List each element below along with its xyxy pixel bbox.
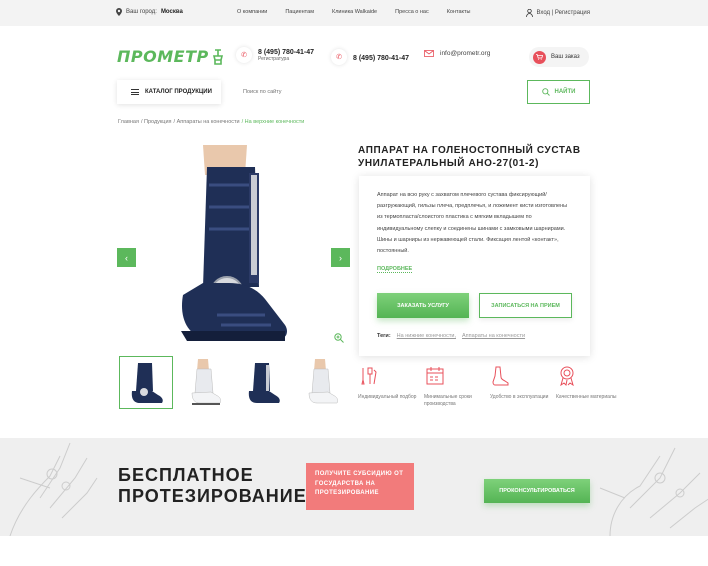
thumbnail-3[interactable] [235,356,289,409]
product-tags: Теги: На нижние конечности, Аппараты на … [377,333,525,339]
hand-sketch-left [9,442,98,536]
nav-clinic[interactable]: Клиника Walkaide [332,9,377,15]
city-selector[interactable]: Ваш город: Москва [116,8,183,16]
subsidy-block[interactable]: ПОЛУЧИТЕ СУБСИДИЮ ОТ ГОСУДАРСТВА НА ПРОТ… [306,463,414,510]
medal-icon [556,366,622,390]
cart-icon [533,50,546,64]
thumbnail-image [191,358,222,405]
phone-secondary[interactable]: ✆ 8 (495) 780-41-47 [331,49,409,65]
search-button[interactable]: НАЙТИ [527,80,590,104]
tools-icon [358,366,424,390]
login-label: Вход | Регистрация [536,10,590,16]
logo-mark-icon [212,48,223,65]
thumbnail-image [131,362,163,403]
feature-label: Минимальные сроки производства [424,394,472,407]
feature-label: Удобство в эксплуатации [490,394,549,400]
city-label: Ваш город: [126,9,157,15]
logo-text: ПРОМЕТР [117,47,209,66]
breadcrumb-home[interactable]: Главная [118,119,139,125]
foot-icon [490,366,556,390]
appointment-button[interactable]: ЗАПИСАТЬСЯ НА ПРИЕМ [479,293,572,318]
site-logo[interactable]: ПРОМЕТР [117,47,224,66]
breadcrumb-products[interactable]: / Продукция [141,119,172,125]
search-button-label: НАЙТИ [554,89,576,95]
breadcrumb: Главная / Продукция / Аппараты на конечн… [118,119,304,125]
location-pin-icon [116,8,122,16]
top-bar: Ваш город: Москва О компании Пациентам К… [0,0,708,26]
feature-label: Качественные материалы [556,394,617,400]
more-link[interactable]: ПОДРОБНЕЕ [377,266,413,274]
order-service-button[interactable]: ЗАКАЗАТЬ УСЛУГУ [377,293,469,318]
hand-sketch-right [599,447,708,536]
thumbnail-2[interactable] [177,356,231,409]
email-text: info@prometr.org [440,50,491,57]
tag-limb-devices[interactable]: Аппараты на конечности [462,333,525,339]
zoom-icon[interactable] [334,333,344,345]
consult-button[interactable]: ПРОКОНСУЛЬТИРОВАТЬСЯ [484,479,590,503]
tag-lower-limbs[interactable]: На нижние конечности, [397,333,456,339]
nav-press[interactable]: Пресса о нас [395,9,429,15]
city-value[interactable]: Москва [161,9,183,15]
breadcrumb-current: / На верхние конечности [241,119,305,125]
product-description-card: Аппарат на всю руку с захватом плечевого… [359,176,590,356]
feature-item: Удобство в эксплуатации [490,366,556,408]
email-link[interactable]: info@prometr.org [424,50,490,57]
gallery-next-button[interactable]: › [331,248,350,267]
product-image [181,145,287,341]
search-bar: КАТАЛОГ ПРОДУКЦИИ НАЙТИ [117,80,590,104]
product-description: Аппарат на всю руку с захватом плечевого… [377,192,568,255]
thumbnail-1[interactable] [119,356,173,409]
menu-icon [131,89,139,95]
tags-label: Теги: [377,333,391,339]
feature-item: Качественные материалы [556,366,622,408]
nav-about[interactable]: О компании [237,9,267,15]
thumbnail-strip [119,356,347,409]
feature-label: Индивидуальный подбор [358,394,417,400]
phone-registry[interactable]: ✆ 8 (495) 780-41-47 Регистратура [236,47,314,63]
phone-caption: Регистратура [258,55,290,62]
promo-banner: БЕСПЛАТНОЕ ПРОТЕЗИРОВАНИЕ! ПОЛУЧИТЕ СУБС… [0,438,708,536]
phone-icon: ✆ [331,49,347,65]
banner-headline-line2: ПРОТЕЗИРОВАНИЕ! [118,486,314,506]
feature-item: Минимальные сроки производства [424,366,490,408]
banner-headline-line1: БЕСПЛАТНОЕ [118,465,254,485]
breadcrumb-limb-devices[interactable]: / Аппараты на конечности [174,119,240,125]
nav-contacts[interactable]: Контакты [447,9,471,15]
thumbnail-image [308,358,339,403]
catalog-label: КАТАЛОГ ПРОДУКЦИИ [145,89,212,95]
thumbnail-image [248,362,280,403]
top-nav: О компании Пациентам Клиника Walkaide Пр… [237,9,488,15]
catalog-button[interactable]: КАТАЛОГ ПРОДУКЦИИ [117,80,221,104]
mail-icon [424,50,434,57]
product-title: АППАРАТ НА ГОЛЕНОСТОПНЫЙ СУСТАВ УНИЛАТЕР… [358,145,581,169]
phone-number: 8 (495) 780-41-47 [258,48,315,56]
cart-button[interactable]: Ваш заказ [529,47,589,67]
product-gallery: ‹ › [117,145,350,349]
search-input[interactable] [221,80,527,104]
feature-item: Индивидуальный подбор [358,366,424,408]
gallery-prev-button[interactable]: ‹ [117,248,136,267]
cart-label: Ваш заказ [551,54,580,60]
login-link[interactable]: Вход | Регистрация [526,9,590,17]
features-row: Индивидуальный подбор Минимальные сроки … [358,366,622,408]
banner-headline: БЕСПЛАТНОЕ ПРОТЕЗИРОВАНИЕ! [118,465,314,507]
phone-icon: ✆ [236,47,252,63]
search-icon [541,88,550,96]
calendar-icon [424,366,490,390]
nav-patients[interactable]: Пациентам [285,9,314,15]
thumbnail-4[interactable] [293,356,347,409]
phone-number: 8 (495) 780-41-47 [353,54,410,62]
user-icon [526,9,534,17]
